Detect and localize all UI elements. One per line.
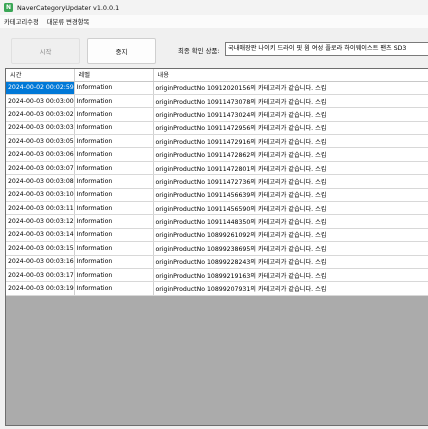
app-window: N NaverCategoryUpdater v1.0.0.1 카테고리수정 대…	[0, 0, 428, 429]
cell-message[interactable]: originProductNo 10911472736의 카테고리가 같습니다.…	[153, 174, 428, 189]
cell-message[interactable]: originProductNo 10911473078의 카테고리가 같습니다.…	[153, 94, 428, 109]
cell-message[interactable]: originProductNo 10911456639의 카테고리가 같습니다.…	[153, 188, 428, 203]
cell-time[interactable]: 2024-00-03 00:03:11	[6, 201, 75, 216]
cell-time[interactable]: 2024-00-03 00:03:06	[6, 147, 75, 162]
cell-message[interactable]: originProductNo 10899207931의 카테고리가 같습니다.…	[153, 281, 428, 296]
app-logo-icon: N	[4, 3, 13, 12]
cell-level[interactable]: Information	[74, 81, 154, 95]
cell-time[interactable]: 2024-00-03 00:03:16	[6, 255, 75, 269]
cell-message[interactable]: originProductNo 10911472916의 카테고리가 같습니다.…	[153, 134, 428, 149]
log-body: 2024-00-02 00:02:59 Information originProd…	[6, 81, 428, 296]
cell-level[interactable]: Information	[74, 147, 154, 162]
table-row[interactable]: 2024-00-03 00:03:02 Information originProd…	[6, 107, 428, 122]
table-row[interactable]: 2024-00-03 00:03:07 Information originProd…	[6, 161, 428, 176]
cell-level[interactable]: Information	[74, 107, 154, 122]
cell-level[interactable]: Information	[74, 94, 154, 109]
table-row[interactable]: 2024-00-03 00:03:05 Information originProd…	[6, 134, 428, 149]
cell-level[interactable]: Information	[74, 255, 154, 269]
last-checked-product-field[interactable]: 국내매장판 나이키 드라이 핏 윔 여성 플로라 하이웨이스트 팬츠 SD3	[225, 42, 428, 56]
start-button[interactable]: 시작	[11, 38, 80, 64]
cell-message[interactable]: originProductNo 10911448350의 카테고리가 같습니다.…	[153, 214, 428, 229]
cell-level[interactable]: Information	[74, 174, 154, 189]
cell-level[interactable]: Information	[74, 268, 154, 283]
cell-message[interactable]: originProductNo 10911473024의 카테고리가 같습니다.…	[153, 107, 428, 122]
column-header-level[interactable]: 레벨	[74, 69, 154, 82]
cell-level[interactable]: Information	[74, 121, 154, 136]
cell-message[interactable]: originProductNo 10899219163의 카테고리가 같습니다.…	[153, 268, 428, 283]
cell-message[interactable]: originProductNo 10899238695의 카테고리가 같습니다.…	[153, 241, 428, 256]
table-row[interactable]: 2024-00-03 00:03:19 Information originProd…	[6, 281, 428, 296]
table-row[interactable]: 2024-00-03 00:03:10 Information originProd…	[6, 188, 428, 203]
log-header-row: 시간 레벨 내용	[6, 69, 428, 82]
cell-level[interactable]: Information	[74, 214, 154, 229]
cell-message[interactable]: originProductNo 10911456590의 카테고리가 같습니다.…	[153, 201, 428, 216]
last-checked-product-label: 최종 확인 상품:	[178, 47, 220, 55]
cell-time[interactable]: 2024-00-03 00:03:02	[6, 107, 75, 122]
menu-item-major-category-changes[interactable]: 대분류 변경항목	[43, 17, 94, 26]
app-logo-glyph: N	[5, 3, 12, 11]
stop-button[interactable]: 중지	[87, 38, 156, 64]
table-row[interactable]: 2024-00-03 00:03:17 Information originProd…	[6, 268, 428, 283]
table-row[interactable]: 2024-00-03 00:03:14 Information originProd…	[6, 228, 428, 243]
table-row[interactable]: 2024-00-03 00:03:15 Information originProd…	[6, 241, 428, 256]
table-row[interactable]: 2024-00-03 00:03:16 Information originProd…	[6, 255, 428, 269]
table-row[interactable]: 2024-00-03 00:03:08 Information originProd…	[6, 174, 428, 189]
cell-time[interactable]: 2024-00-03 00:03:17	[6, 268, 75, 283]
cell-level[interactable]: Information	[74, 241, 154, 256]
cell-time[interactable]: 2024-00-03 00:03:08	[6, 174, 75, 189]
cell-level[interactable]: Information	[74, 228, 154, 243]
cell-time[interactable]: 2024-00-03 00:03:05	[6, 134, 75, 149]
cell-time[interactable]: 2024-00-03 00:03:07	[6, 161, 75, 176]
window-title: NaverCategoryUpdater v1.0.0.1	[17, 3, 120, 12]
menu-item-category-edit[interactable]: 카테고리수정	[0, 17, 43, 26]
log-table: 시간 레벨 내용 2024-00-02 00:02:59 Information o…	[6, 69, 428, 296]
toolbar: 시작 중지 최종 확인 상품: 국내매장판 나이키 드라이 핏 윔 여성 플로라…	[0, 28, 428, 68]
cell-level[interactable]: Information	[74, 281, 154, 296]
cell-message[interactable]: originProductNo 10911472862의 카테고리가 같습니다.…	[153, 147, 428, 162]
cell-time[interactable]: 2024-00-03 00:03:14	[6, 228, 75, 243]
table-row[interactable]: 2024-00-03 00:03:11 Information originProd…	[6, 201, 428, 216]
cell-time[interactable]: 2024-00-03 00:03:10	[6, 188, 75, 203]
cell-level[interactable]: Information	[74, 201, 154, 216]
cell-time[interactable]: 2024-00-03 00:03:12	[6, 214, 75, 229]
table-row[interactable]: 2024-00-03 00:03:03 Information originProd…	[6, 121, 428, 136]
title-bar[interactable]: N NaverCategoryUpdater v1.0.0.1	[0, 0, 428, 15]
cell-message[interactable]: originProductNo 10911472956의 카테고리가 같습니다.…	[153, 121, 428, 136]
cell-message[interactable]: originProductNo 10899261092의 카테고리가 같습니다.…	[153, 228, 428, 243]
column-header-message[interactable]: 내용	[153, 69, 428, 82]
cell-level[interactable]: Information	[74, 161, 154, 176]
table-row[interactable]: 2024-00-03 00:03:12 Information originProd…	[6, 214, 428, 229]
cell-message[interactable]: originProductNo 10911472801의 카테고리가 같습니다.…	[153, 161, 428, 176]
cell-message[interactable]: originProductNo 10899228243의 카테고리가 같습니다.…	[153, 255, 428, 269]
cell-time[interactable]: 2024-00-02 00:02:59	[6, 81, 75, 95]
table-row[interactable]: 2024-00-02 00:02:59 Information originProd…	[6, 81, 428, 95]
cell-time[interactable]: 2024-00-03 00:03:19	[6, 281, 75, 296]
cell-level[interactable]: Information	[74, 134, 154, 149]
column-header-time[interactable]: 시간	[6, 69, 75, 82]
menu-bar: 카테고리수정 대분류 변경항목	[0, 15, 428, 28]
table-row[interactable]: 2024-00-03 00:03:00 Information originProd…	[6, 94, 428, 109]
cell-message[interactable]: originProductNo 10912020156의 카테고리가 같습니다.…	[153, 81, 428, 95]
table-row[interactable]: 2024-00-03 00:03:06 Information originProd…	[6, 147, 428, 162]
cell-time[interactable]: 2024-00-03 00:03:15	[6, 241, 75, 256]
cell-time[interactable]: 2024-00-03 00:03:00	[6, 94, 75, 109]
cell-level[interactable]: Information	[74, 188, 154, 203]
log-grid[interactable]: 시간 레벨 내용 2024-00-02 00:02:59 Information o…	[5, 68, 428, 426]
cell-time[interactable]: 2024-00-03 00:03:03	[6, 121, 75, 136]
